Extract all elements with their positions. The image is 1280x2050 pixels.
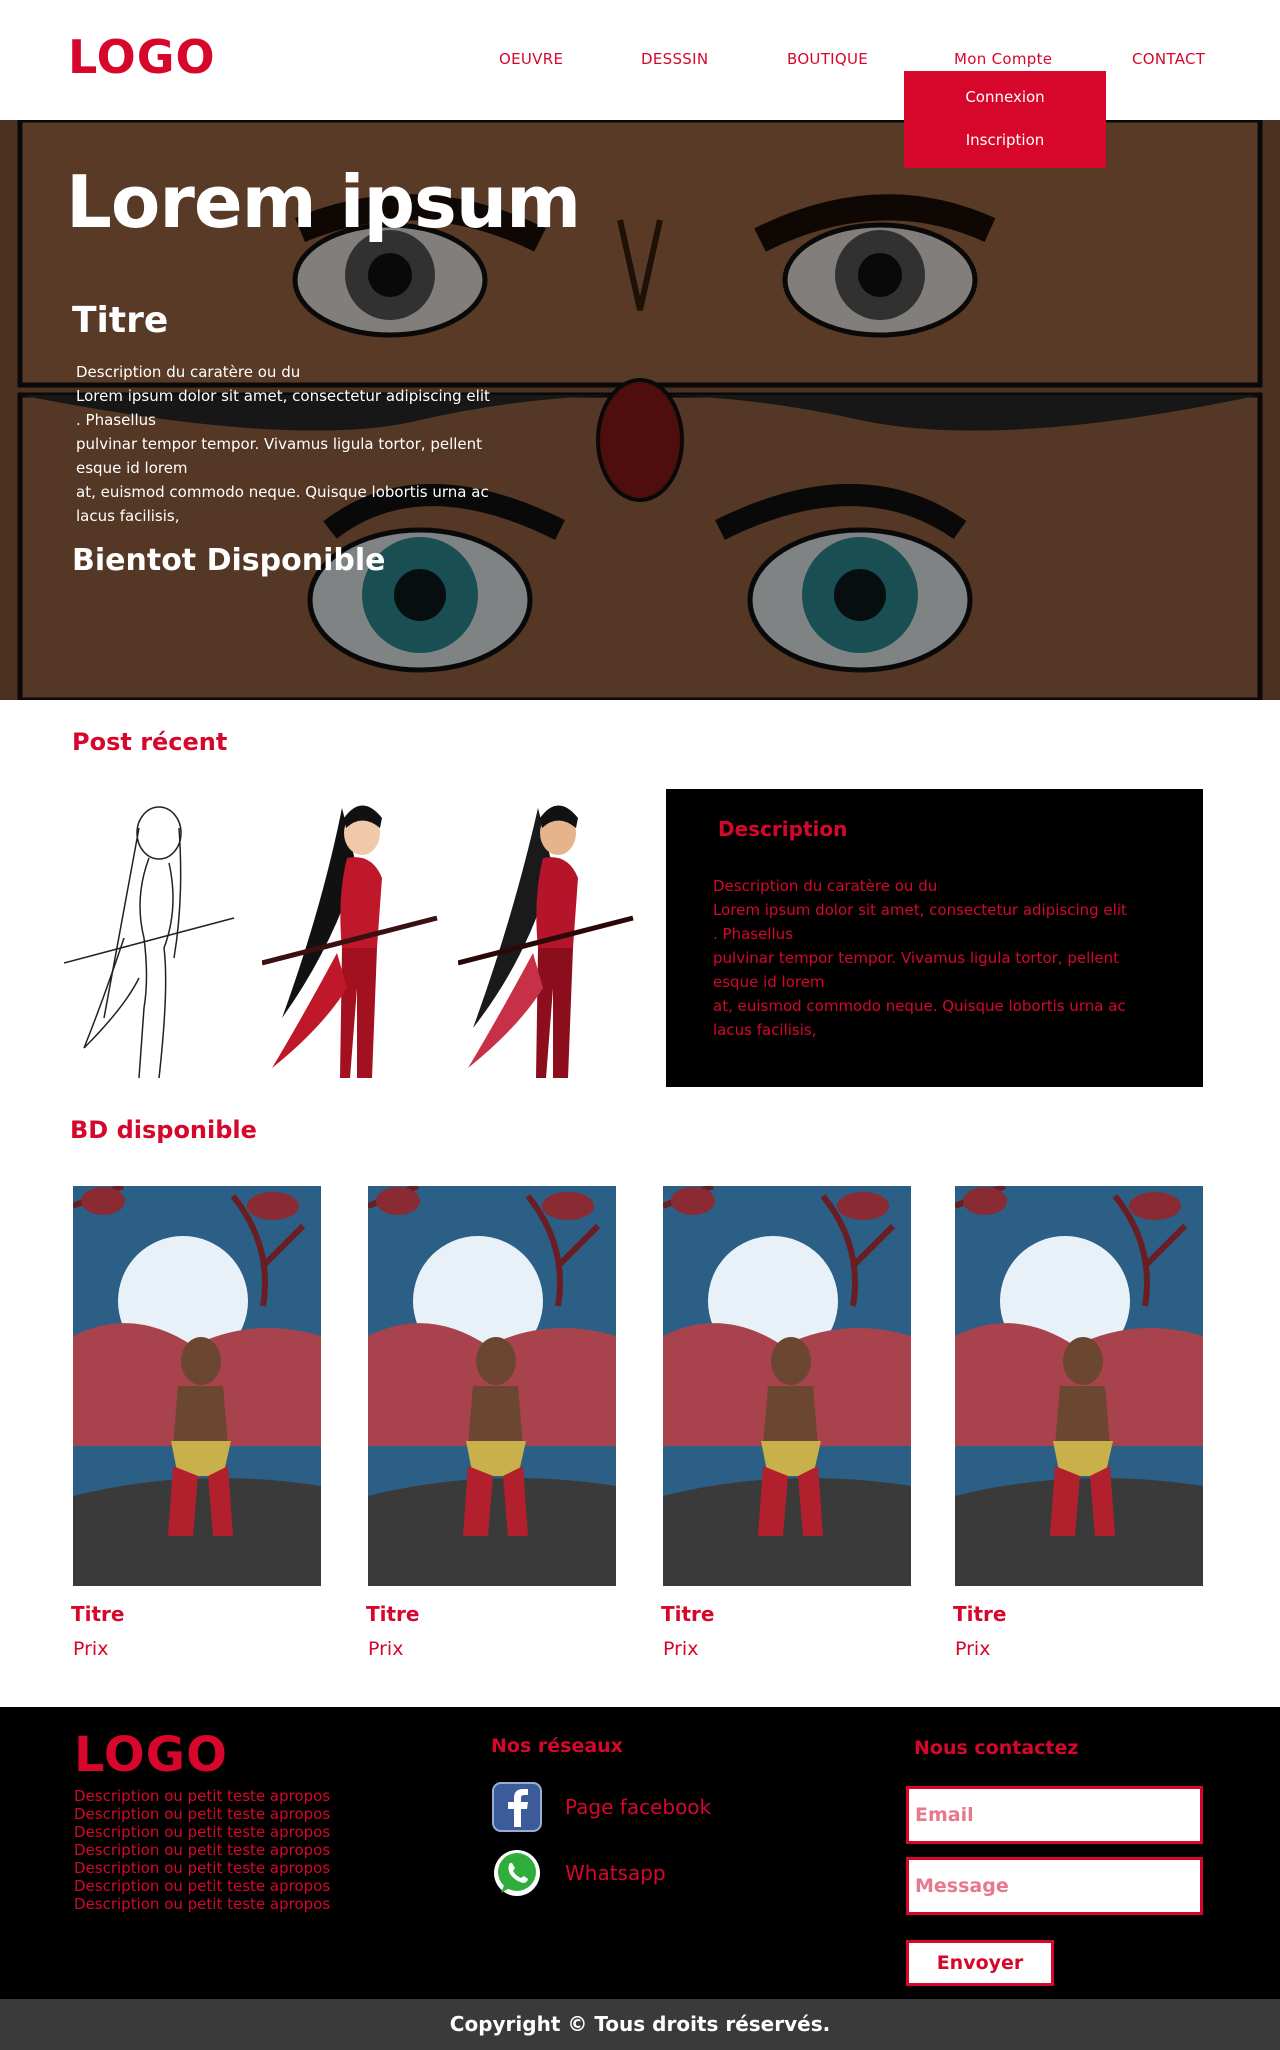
nav-item-mon-compte[interactable]: Mon Compte bbox=[954, 50, 1052, 68]
recent-post-heading: Post récent bbox=[72, 728, 228, 756]
comic-card[interactable]: Titre Prix bbox=[953, 1186, 1203, 1660]
post-description-box: Description Description du caratère ou d… bbox=[666, 789, 1203, 1087]
site-logo[interactable]: LOGO bbox=[68, 30, 216, 84]
send-button[interactable]: Envoyer bbox=[906, 1940, 1054, 1986]
footer-description-line: Description ou petit teste apropos bbox=[74, 1841, 331, 1859]
social-heading: Nos réseaux bbox=[491, 1735, 623, 1757]
account-dropdown-menu: Connexion Inscription bbox=[904, 71, 1106, 168]
post-image-sketch[interactable] bbox=[64, 788, 244, 1088]
footer-description-line: Description ou petit teste apropos bbox=[74, 1895, 331, 1913]
comic-price: Prix bbox=[663, 1638, 699, 1660]
footer-description-line: Description ou petit teste apropos bbox=[74, 1823, 331, 1841]
comic-title[interactable]: Titre bbox=[71, 1602, 125, 1626]
comic-cover-image[interactable] bbox=[368, 1186, 616, 1586]
nav-item-oeuvre[interactable]: OEUVRE bbox=[499, 50, 563, 68]
comic-price: Prix bbox=[955, 1638, 991, 1660]
facebook-label[interactable]: Page facebook bbox=[565, 1795, 711, 1819]
facebook-icon bbox=[492, 1782, 542, 1832]
hero-coming-soon: Bientot Disponible bbox=[72, 543, 386, 578]
comic-cover-image[interactable] bbox=[955, 1186, 1203, 1586]
footer-description-line: Description ou petit teste apropos bbox=[74, 1859, 331, 1877]
whatsapp-label[interactable]: Whatsapp bbox=[565, 1861, 666, 1885]
menu-item-inscription[interactable]: Inscription bbox=[904, 119, 1106, 162]
footer-description-line: Description ou petit teste apropos bbox=[74, 1805, 331, 1823]
email-input[interactable] bbox=[909, 1789, 1200, 1841]
post-description-text: Description du caratère ou du Lorem ipsu… bbox=[713, 877, 1127, 1039]
nav-item-boutique[interactable]: BOUTIQUE bbox=[787, 50, 868, 68]
message-input[interactable] bbox=[909, 1860, 1200, 1912]
message-field[interactable] bbox=[906, 1857, 1203, 1915]
comic-price: Prix bbox=[73, 1638, 109, 1660]
comic-cover-image[interactable] bbox=[663, 1186, 911, 1586]
comic-title[interactable]: Titre bbox=[661, 1602, 715, 1626]
comic-title[interactable]: Titre bbox=[366, 1602, 420, 1626]
comics-heading: BD disponible bbox=[70, 1116, 257, 1144]
site-footer: LOGO Description ou petit teste apropos … bbox=[0, 1707, 1280, 1999]
comic-card[interactable]: Titre Prix bbox=[366, 1186, 616, 1660]
menu-item-connexion[interactable]: Connexion bbox=[904, 76, 1106, 119]
post-image-shaded[interactable] bbox=[458, 788, 638, 1088]
nav-item-dessin[interactable]: DESSSIN bbox=[641, 50, 708, 68]
facebook-link[interactable]: Page facebook bbox=[491, 1781, 711, 1833]
hero-description: Description du caratère ou du Lorem ipsu… bbox=[76, 363, 490, 525]
footer-logo: LOGO bbox=[74, 1727, 228, 1783]
hero-subtitle: Titre bbox=[72, 300, 169, 341]
footer-description-line: Description ou petit teste apropos bbox=[74, 1787, 331, 1805]
hero-title: Lorem ipsum bbox=[66, 160, 581, 244]
whatsapp-link[interactable]: Whatsapp bbox=[491, 1847, 666, 1899]
comic-card[interactable]: Titre Prix bbox=[661, 1186, 911, 1660]
footer-description: Description ou petit teste apropos Descr… bbox=[74, 1787, 394, 1913]
contact-heading: Nous contactez bbox=[914, 1737, 1079, 1759]
whatsapp-icon bbox=[494, 1850, 540, 1896]
nav-item-contact[interactable]: CONTACT bbox=[1132, 50, 1205, 68]
comic-cover-image[interactable] bbox=[73, 1186, 321, 1586]
comic-title[interactable]: Titre bbox=[953, 1602, 1007, 1626]
email-field[interactable] bbox=[906, 1786, 1203, 1844]
post-description-title: Description bbox=[718, 817, 848, 841]
hero-banner: Lorem ipsum Titre Description du caratèr… bbox=[0, 120, 1280, 700]
comic-card[interactable]: Titre Prix bbox=[71, 1186, 321, 1660]
comic-price: Prix bbox=[368, 1638, 404, 1660]
copyright-bar: Copyright © Tous droits réservés. bbox=[0, 1999, 1280, 2050]
footer-description-line: Description ou petit teste apropos bbox=[74, 1877, 331, 1895]
post-image-colored[interactable] bbox=[262, 788, 442, 1088]
